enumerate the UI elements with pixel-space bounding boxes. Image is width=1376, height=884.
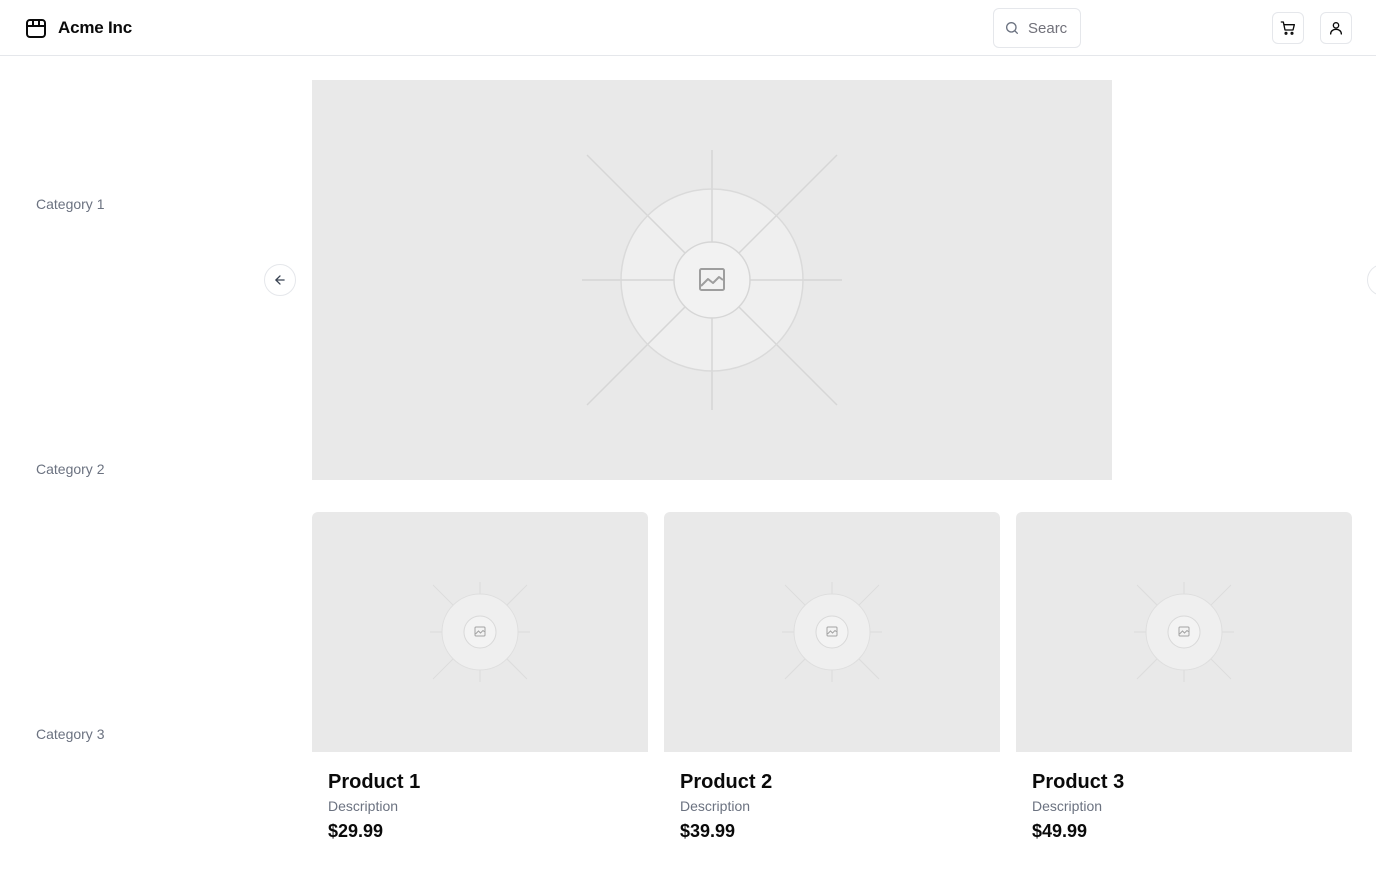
product-name: Product 2 [680,771,773,793]
carousel-next-button[interactable] [1367,264,1376,296]
shopping-cart-icon [1280,21,1295,35]
sidebar-item-category-2[interactable]: Category 2 [36,461,104,477]
product-info: Product 3 Description $49.99 [1016,752,1352,842]
product-card[interactable]: Product 1 Description $29.99 [312,512,648,852]
top-nav: Acme Inc [0,0,1376,56]
package-icon [26,19,46,38]
user-icon [1330,22,1342,35]
image-placeholder-icon [430,582,530,682]
product-description: Description [1032,798,1103,814]
image-placeholder-icon [582,150,842,410]
image-placeholder-icon [782,582,882,682]
product-card[interactable]: Product 2 Description $39.99 [664,512,1000,852]
product-name: Product 1 [328,771,421,793]
product-info: Product 1 Description $29.99 [312,752,648,842]
product-image [1016,512,1352,752]
hero-carousel-slide[interactable] [312,80,1112,480]
product-info: Product 2 Description $39.99 [664,752,1000,842]
product-price: $39.99 [680,821,736,841]
carousel-prev-button[interactable] [264,264,296,296]
product-card[interactable]: Product 3 Description $49.99 [1016,512,1352,852]
product-description: Description [328,798,399,814]
arrow-left-icon [275,275,285,285]
search-icon [1006,22,1018,34]
product-name: Product 3 [1032,771,1125,793]
brand-name: Acme Inc [58,18,132,37]
image-placeholder-icon [1134,582,1234,682]
search-input[interactable] [1028,19,1068,37]
search-box[interactable] [993,8,1081,48]
product-image [664,512,1000,752]
product-image [312,512,648,752]
product-description: Description [680,798,751,814]
brand-link[interactable]: Acme Inc [24,16,132,40]
product-price: $49.99 [1032,821,1088,841]
account-button[interactable] [1320,12,1352,44]
sidebar-item-category-3[interactable]: Category 3 [36,726,104,742]
sidebar-item-category-1[interactable]: Category 1 [36,196,104,212]
cart-button[interactable] [1272,12,1304,44]
product-price: $29.99 [328,821,384,841]
